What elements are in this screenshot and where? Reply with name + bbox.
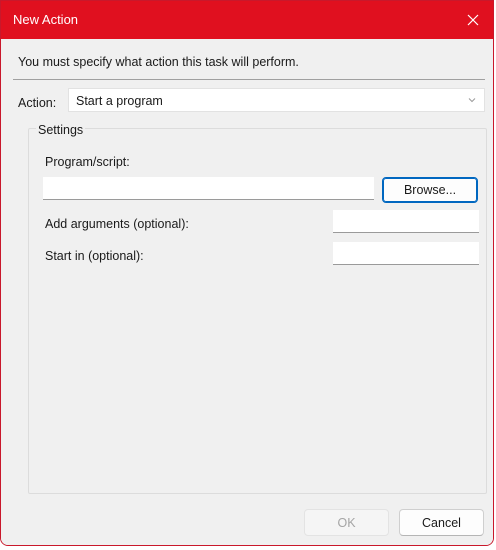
new-action-dialog: New Action You must specify what action … — [0, 0, 494, 546]
close-button[interactable] — [453, 1, 493, 39]
browse-button[interactable]: Browse... — [382, 177, 478, 203]
title-bar[interactable]: New Action — [1, 1, 493, 39]
add-arguments-label: Add arguments (optional): — [45, 217, 189, 231]
start-in-input[interactable] — [333, 242, 479, 265]
action-label: Action: — [18, 96, 57, 110]
chevron-down-icon — [468, 98, 476, 103]
close-icon — [467, 14, 479, 26]
action-dropdown[interactable]: Start a program — [68, 88, 485, 112]
add-arguments-input[interactable] — [333, 210, 479, 233]
action-selected-value: Start a program — [76, 94, 163, 108]
ok-button[interactable]: OK — [304, 509, 389, 536]
instruction-text: You must specify what action this task w… — [18, 55, 299, 69]
cancel-button[interactable]: Cancel — [399, 509, 484, 536]
dialog-body: You must specify what action this task w… — [1, 39, 493, 545]
window-title: New Action — [13, 12, 79, 27]
settings-legend: Settings — [36, 123, 86, 137]
program-script-input[interactable] — [43, 177, 374, 200]
program-script-label: Program/script: — [45, 155, 130, 169]
separator — [13, 79, 485, 80]
start-in-label: Start in (optional): — [45, 249, 144, 263]
